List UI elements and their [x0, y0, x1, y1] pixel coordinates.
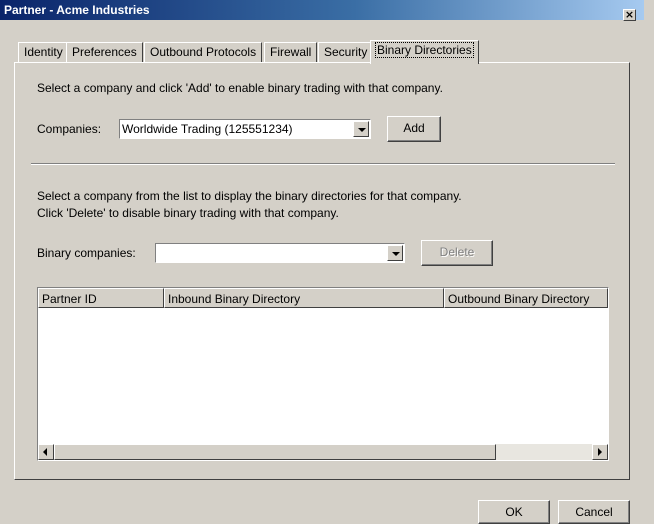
add-button[interactable]: Add	[387, 116, 441, 142]
tab-firewall[interactable]: Firewall	[264, 42, 318, 62]
horizontal-scrollbar[interactable]	[38, 444, 608, 460]
chevron-down-icon[interactable]	[387, 245, 403, 261]
companies-combo[interactable]: Worldwide Trading (125551234)	[119, 119, 371, 139]
scroll-right-icon[interactable]	[592, 444, 608, 460]
title-bar[interactable]: Partner - Acme Industries	[0, 0, 654, 20]
companies-label: Companies:	[37, 122, 102, 136]
tab-outbound-protocols[interactable]: Outbound Protocols	[144, 42, 263, 62]
binary-instruction-line2: Click 'Delete' to disable binary trading…	[37, 206, 339, 220]
tab-identity-label: Identity	[24, 45, 63, 59]
tab-binary-directories[interactable]: Binary Directories	[370, 40, 479, 64]
tab-security[interactable]: Security	[318, 42, 374, 62]
tab-outbound-protocols-label: Outbound Protocols	[150, 45, 257, 59]
binary-companies-combo[interactable]	[155, 243, 405, 263]
tab-firewall-label: Firewall	[270, 45, 312, 59]
column-header-inbound-binary-directory[interactable]: Inbound Binary Directory	[164, 288, 444, 308]
tab-security-label: Security	[324, 45, 368, 59]
delete-button: Delete	[421, 240, 493, 266]
scroll-left-icon[interactable]	[38, 444, 54, 460]
chevron-down-icon[interactable]	[353, 121, 369, 137]
binary-instruction-line1: Select a company from the list to displa…	[37, 189, 462, 203]
close-icon: ×	[624, 8, 635, 21]
companies-combo-value: Worldwide Trading (125551234)	[122, 122, 293, 136]
companies-instruction: Select a company and click 'Add' to enab…	[37, 81, 443, 95]
binary-companies-label: Binary companies:	[37, 246, 136, 260]
tab-identity[interactable]: Identity	[18, 42, 69, 62]
column-header-partner-id[interactable]: Partner ID	[38, 288, 164, 308]
binary-directories-table: Partner ID Inbound Binary Directory Outb…	[37, 287, 609, 461]
binary-directories-panel: Select a company and click 'Add' to enab…	[14, 62, 630, 480]
section-divider	[31, 163, 615, 165]
tab-preferences-label: Preferences	[72, 45, 137, 59]
close-button[interactable]: ×	[623, 9, 636, 21]
column-header-outbound-binary-directory[interactable]: Outbound Binary Directory	[444, 288, 608, 308]
ok-button[interactable]: OK	[478, 500, 550, 524]
cancel-button[interactable]: Cancel	[558, 500, 630, 524]
window-title: Partner - Acme Industries	[4, 3, 150, 17]
scrollbar-thumb[interactable]	[54, 444, 496, 460]
tab-preferences[interactable]: Preferences	[66, 42, 143, 62]
tab-binary-directories-label: Binary Directories	[375, 42, 474, 58]
